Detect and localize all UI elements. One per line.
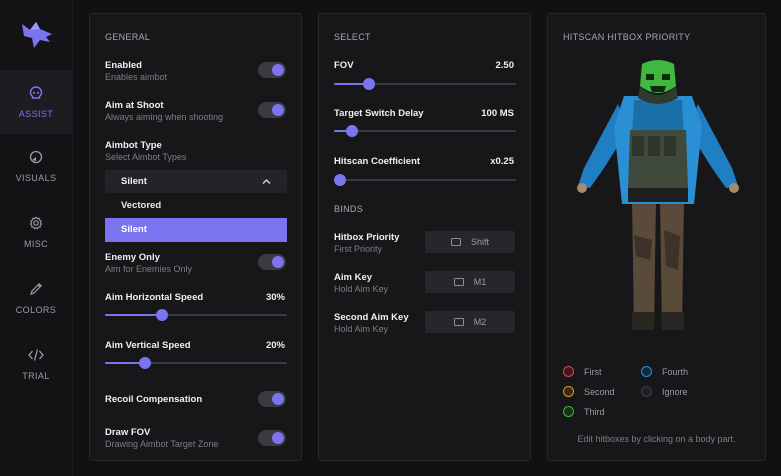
second-aim-key-key: M2 [473,317,487,327]
aim-at-shoot-toggle[interactable] [258,102,286,118]
second-aim-key-sub: Hold Aim Key [334,324,389,334]
aim-h-speed-value: 30% [265,292,285,303]
aim-v-speed-slider[interactable] [105,357,287,369]
switch-delay-label: Target Switch Delay [334,108,424,119]
aim-key-label: Aim Key [334,272,373,283]
draw-fov-sub: Drawing Aimbot Target Zone [105,439,219,449]
legend-third-label: Third [584,406,605,417]
legend-first-dot [563,366,574,377]
hitbox-priority-keybind[interactable]: Shift [425,231,515,253]
second-aim-key-keybind[interactable]: M2 [425,311,515,333]
fov-label: FOV [334,60,354,71]
slider-thumb[interactable] [139,357,151,369]
nav-trial-label: TRIAL [22,371,50,381]
aim-h-speed-slider[interactable] [105,309,287,321]
hitbox-priority-label: Hitbox Priority [334,232,400,243]
slider-thumb[interactable] [362,78,375,90]
keyboard-icon [450,238,461,246]
legend-ignore[interactable]: Ignore [641,386,688,397]
enemy-only-label: Enemy Only [105,252,160,263]
draw-fov-toggle[interactable] [258,430,286,446]
aim-at-shoot-sub: Always aiming when shooting [105,112,224,122]
general-panel: GENERAL Enabled Enables aimbot Aim at Sh… [89,13,302,461]
keyboard-icon [453,318,464,326]
aimbot-type-selected: Silent [121,176,147,187]
aimbot-type-option-vectored[interactable]: Vectored [105,194,287,218]
gear-icon [28,215,44,231]
nav-trial[interactable]: TRIAL [0,332,72,396]
binds-title: BINDS [334,204,364,214]
slider-thumb[interactable] [156,309,168,321]
eyedropper-icon [28,281,44,297]
fov-slider[interactable] [334,78,516,90]
enabled-label: Enabled [105,60,142,71]
legend-first[interactable]: First [563,366,602,377]
aimbot-type-label: Aimbot Type [105,140,162,151]
aim-key-sub: Hold Aim Key [334,284,389,294]
aim-v-speed-label: Aim Vertical Speed [105,340,191,351]
legend-fourth[interactable]: Fourth [641,366,688,377]
hitbox-priority-sub: First Priority [334,244,382,254]
legend-second-dot [563,386,574,397]
hitbox-priority-key: Shift [470,237,489,247]
aim-key-keybind[interactable]: M1 [425,271,515,293]
skull-icon [28,85,44,101]
aimbot-type-option-silent[interactable]: Silent [105,218,287,242]
aimbot-type-select[interactable]: Silent [105,170,287,193]
keyboard-icon [453,278,464,286]
aim-v-speed-value: 20% [265,340,285,351]
legend-fourth-label: Fourth [662,366,689,377]
wolf-logo-icon [22,22,52,48]
recoil-toggle[interactable] [258,391,286,407]
nav-visuals[interactable]: VISUALS [0,134,72,198]
legend-second[interactable]: Second [563,386,615,397]
nav-assist[interactable]: ASSIST [0,70,72,134]
switch-delay-value: 100 MS [481,108,514,119]
nav-assist-label: ASSIST [18,109,54,119]
eye-icon [28,149,44,165]
aim-key-key: M1 [473,277,487,287]
switch-delay-slider[interactable] [334,125,516,137]
recoil-label: Recoil Compensation [105,394,203,405]
fov-value: 2.50 [495,60,515,71]
hitbox-panel: HITSCAN HITBOX PRIORITY First Fourth Sec… [547,13,766,461]
nav-visuals-label: VISUALS [15,173,57,183]
legend-second-label: Second [584,386,615,397]
second-aim-key-label: Second Aim Key [334,312,409,323]
hitscan-coef-slider[interactable] [334,174,516,186]
general-title: GENERAL [105,32,151,42]
legend-ignore-dot [641,386,652,397]
sidebar: ASSIST VISUALS MISC COLORS TRIAL [0,0,73,476]
slider-thumb[interactable] [334,174,346,186]
hitbox-hint: Edit hitboxes by clicking on a body part… [577,434,736,444]
nav-misc-label: MISC [23,239,49,249]
soldier-model[interactable] [574,60,742,338]
aim-at-shoot-label: Aim at Shoot [105,100,164,111]
enabled-toggle[interactable] [258,62,286,78]
legend-fourth-dot [641,366,652,377]
enemy-only-sub: Aim for Enemies Only [105,264,193,274]
slider-thumb[interactable] [345,125,358,137]
legend-first-label: First [584,366,602,377]
hitscan-coef-value: x0.25 [490,156,514,167]
code-icon [28,347,44,363]
legend-third[interactable]: Third [563,406,605,417]
legend-ignore-label: Ignore [662,386,688,397]
nav-colors[interactable]: COLORS [0,266,72,330]
hitbox-title: HITSCAN HITBOX PRIORITY [563,32,691,42]
draw-fov-label: Draw FOV [105,427,151,438]
select-panel: SELECT FOV 2.50 Target Switch Delay 100 … [318,13,531,461]
nav-colors-label: COLORS [15,305,57,315]
enemy-only-toggle[interactable] [258,254,286,270]
aim-h-speed-label: Aim Horizontal Speed [105,292,204,303]
hitscan-coef-label: Hitscan Coefficient [334,156,421,167]
hitbox-left-leg [632,200,656,330]
select-title: SELECT [334,32,371,42]
nav-misc[interactable]: MISC [0,200,72,264]
legend-third-dot [563,406,574,417]
aimbot-type-sub: Select Aimbot Types [105,152,187,162]
enabled-sub: Enables aimbot [105,72,168,82]
